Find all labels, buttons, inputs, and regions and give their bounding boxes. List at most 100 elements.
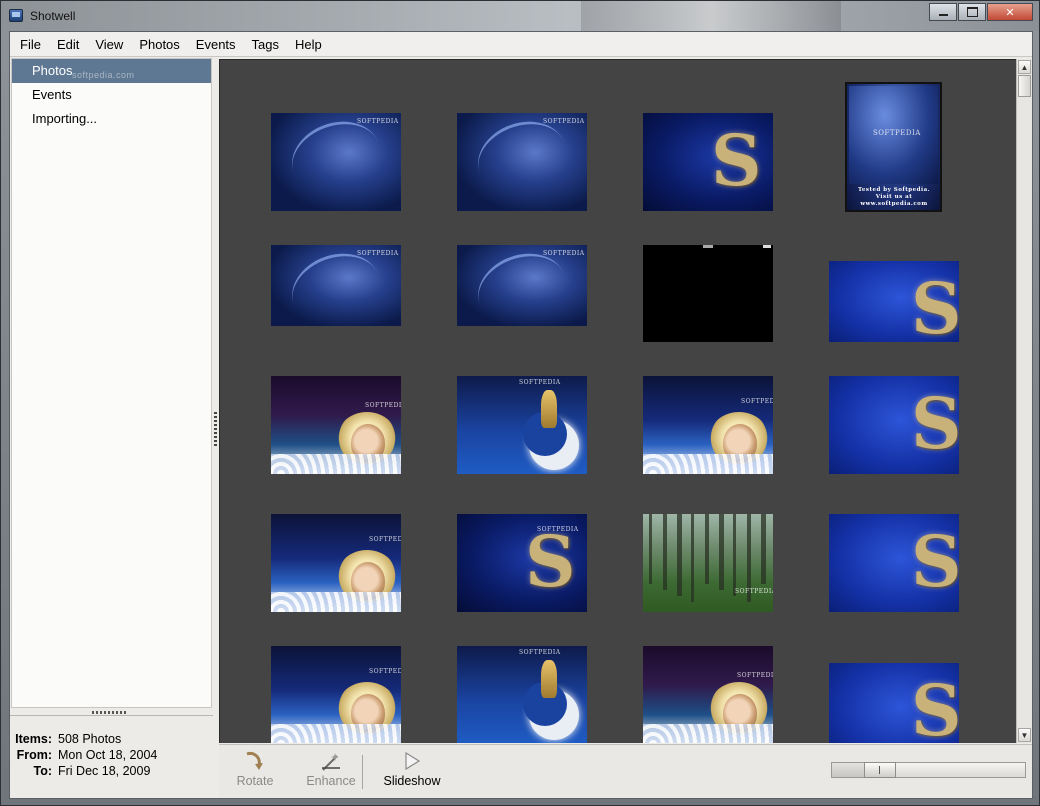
thumbnail-caption: SOFTPEDIA: [735, 588, 773, 595]
swirl-shape: [281, 113, 391, 207]
menu-view[interactable]: View: [87, 32, 131, 57]
sidebar-pane-grip[interactable]: [92, 711, 128, 714]
swirl-shape: [467, 245, 577, 326]
zoom-slider-handle[interactable]: [864, 762, 897, 778]
black-thumb-mark: [763, 245, 771, 248]
tree-trunk: [677, 514, 682, 596]
tree-trunk: [691, 514, 694, 602]
app-window: Shotwell ✕ File Edit View Photos Events …: [0, 0, 1040, 806]
menu-photos[interactable]: Photos: [131, 32, 187, 57]
moon-figure: [541, 390, 557, 428]
photo-thumbnail[interactable]: SOFTPEDIA: [457, 245, 587, 326]
photo-thumbnail[interactable]: SOFTPEDIA: [457, 376, 587, 474]
toolbar-separator: [362, 755, 363, 789]
tree-trunk: [649, 514, 652, 584]
thumbnail-footer: Tested by Softpedia. Visit us at www.sof…: [857, 187, 931, 207]
thumbnail-caption: SOFTPEDIA: [519, 379, 561, 386]
stat-to-value: Fri Dec 18, 2009: [58, 764, 151, 778]
library-stats: Items: 508 Photos From: Mon Oct 18, 2004…: [10, 731, 213, 779]
scroll-down-arrow-icon[interactable]: ▼: [1018, 728, 1031, 742]
sidebar-item-importing[interactable]: Importing...: [12, 107, 211, 131]
photo-thumbnail[interactable]: SOFTPEDIA: [643, 514, 773, 612]
zoom-slider[interactable]: [831, 762, 1026, 778]
title-bar[interactable]: Shotwell ✕: [1, 1, 1039, 31]
photo-thumbnail[interactable]: SOFTPEDIA Tested by Softpedia. Visit us a…: [845, 82, 942, 212]
s-logo-graphic: S: [911, 520, 959, 603]
black-thumb-mark: [703, 245, 713, 248]
moon-figure: [541, 660, 557, 698]
scroll-up-arrow-icon[interactable]: ▲: [1018, 60, 1031, 74]
wave-shape: [271, 724, 401, 743]
stat-to: To: Fri Dec 18, 2009: [10, 763, 213, 779]
wave-shape: [643, 724, 773, 743]
wave-shape: [271, 592, 401, 612]
slideshow-label: Slideshow: [383, 774, 441, 788]
thumbnail-caption: SOFTPEDIA: [543, 118, 585, 125]
thumbnail-caption: SOFTPEDIA: [369, 536, 401, 543]
menu-help[interactable]: Help: [287, 32, 330, 57]
photo-thumbnail[interactable]: S: [829, 376, 959, 474]
stat-from-label: From:: [16, 748, 52, 762]
sidebar-item-photos[interactable]: Photos softpedia.com: [12, 59, 211, 83]
thumbnail-caption: SOFTPEDIA: [737, 672, 773, 679]
stat-items-value: 508 Photos: [58, 732, 122, 746]
maximize-button[interactable]: [958, 3, 986, 21]
photo-thumbnail[interactable]: S: [829, 261, 959, 342]
photo-grid-scrollbar[interactable]: ▲ ▼: [1016, 59, 1032, 743]
photo-thumbnail[interactable]: S SOFTPEDIA: [457, 514, 587, 612]
bottom-toolbar: Rotate Enhance Slideshow: [219, 744, 1032, 798]
menu-file[interactable]: File: [12, 32, 49, 57]
thumbnail-caption: SOFTPEDIA: [519, 649, 561, 656]
title-watermark: [581, 1, 841, 31]
tree-trunk: [733, 514, 736, 596]
thumbnail-caption: SOFTPEDIA: [543, 250, 585, 257]
photo-thumbnail[interactable]: SOFTPEDIA: [457, 113, 587, 211]
slideshow-button[interactable]: Slideshow: [379, 750, 445, 794]
photo-thumbnail[interactable]: SOFTPEDIA: [271, 245, 401, 326]
rotate-icon: [243, 750, 267, 772]
photo-thumbnail[interactable]: SOFTPEDIA: [271, 113, 401, 211]
photo-thumbnail[interactable]: SOFTPEDIA: [271, 646, 401, 743]
menu-tags[interactable]: Tags: [244, 32, 287, 57]
s-logo-graphic: S: [911, 382, 959, 465]
photo-thumbnail[interactable]: SOFTPEDIA: [271, 514, 401, 612]
shotwell-app-icon[interactable]: [9, 9, 23, 22]
photo-thumbnail[interactable]: S: [829, 514, 959, 612]
thumbnail-caption: SOFTPEDIA: [357, 118, 399, 125]
menu-edit[interactable]: Edit: [49, 32, 87, 57]
enhance-button[interactable]: Enhance: [305, 750, 357, 794]
window-controls: ✕: [928, 3, 1033, 21]
sidebar-item-label: Photos: [32, 63, 73, 78]
tree-trunk: [761, 514, 766, 584]
scrollbar-thumb[interactable]: [1018, 75, 1031, 97]
stat-items-label: Items:: [15, 732, 52, 746]
photo-grid[interactable]: SOFTPEDIA SOFTPEDIA S SOFTPEDIA Tested by So…: [219, 59, 1016, 743]
thumbnail-caption: SOFTPEDIA: [369, 668, 401, 675]
photo-thumbnail[interactable]: SOFTPEDIA: [643, 376, 773, 474]
photo-thumbnail[interactable]: SOFTPEDIA: [643, 646, 773, 743]
photo-thumbnail[interactable]: SOFTPEDIA: [271, 376, 401, 474]
photo-thumbnail[interactable]: [643, 245, 773, 342]
s-logo-graphic: S: [711, 119, 762, 202]
menu-bar: File Edit View Photos Events Tags Help: [10, 32, 1032, 57]
menu-events[interactable]: Events: [188, 32, 244, 57]
swirl-shape: [467, 113, 577, 207]
photo-thumbnail[interactable]: S: [829, 663, 959, 743]
sidebar-item-label: Events: [32, 87, 72, 102]
thumbnail-caption: SOFTPEDIA: [357, 250, 399, 257]
stat-from: From: Mon Oct 18, 2004: [10, 747, 213, 763]
photo-thumbnail[interactable]: S: [643, 113, 773, 211]
tree-trunk: [705, 514, 709, 584]
pane-splitter-grip[interactable]: [214, 412, 217, 446]
window-title: Shotwell: [30, 9, 76, 23]
thumbnail-caption: SOFTPEDIA: [365, 402, 401, 409]
sidebar: Photos softpedia.com Events Importing...…: [10, 57, 218, 798]
minimize-button[interactable]: [929, 3, 957, 21]
sidebar-item-events[interactable]: Events: [12, 83, 211, 107]
photo-thumbnail[interactable]: SOFTPEDIA: [457, 646, 587, 743]
close-button[interactable]: ✕: [987, 3, 1033, 21]
rotate-button[interactable]: Rotate: [233, 750, 277, 794]
wave-shape: [271, 454, 401, 474]
swirl-shape: [281, 245, 391, 326]
rotate-label: Rotate: [236, 774, 274, 788]
